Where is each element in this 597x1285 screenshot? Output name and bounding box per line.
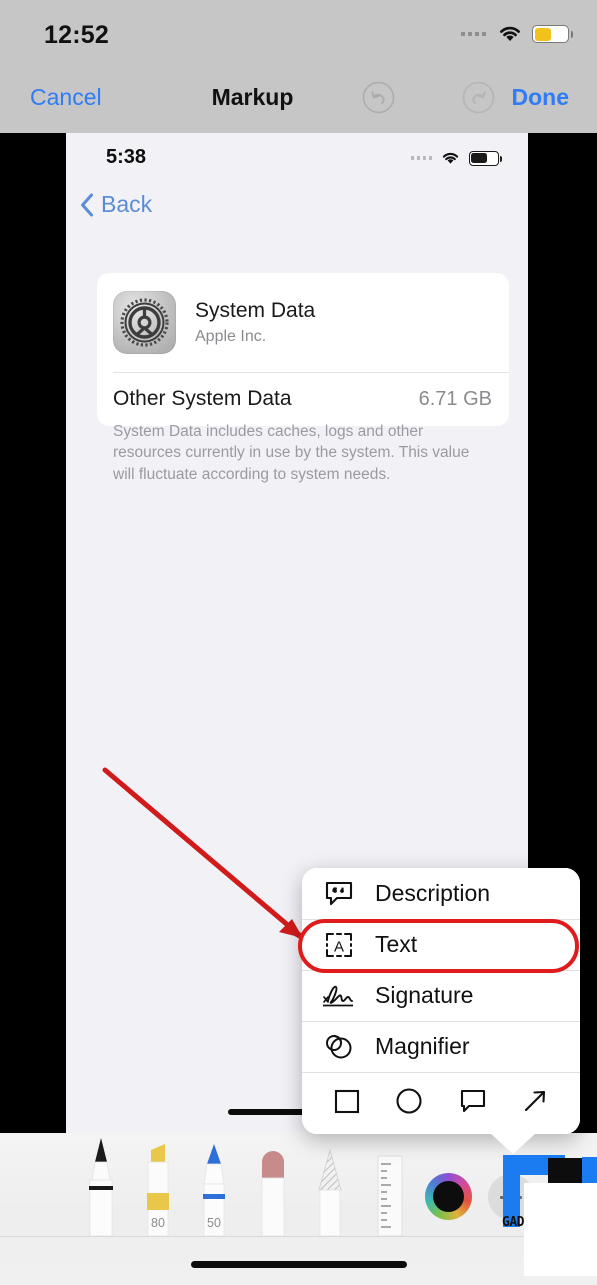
menu-item-magnifier[interactable]: Magnifier: [302, 1021, 580, 1072]
menu-item-signature[interactable]: Signature: [302, 970, 580, 1021]
menu-label: Magnifier: [375, 1033, 470, 1059]
highlighter-size-label: 80: [151, 1216, 165, 1230]
status-bar: 12:52: [0, 0, 597, 62]
popup-tail: [490, 1133, 536, 1154]
watermark-text: GAD: [502, 1215, 524, 1230]
arrow-shape-icon[interactable]: [521, 1087, 549, 1120]
app-info-card: System Data Apple Inc. Other System Data…: [97, 273, 509, 426]
app-header-row: System Data Apple Inc.: [97, 273, 509, 372]
markup-screen: 5:38 Back System Data Apple Inc. Other S…: [0, 0, 597, 1285]
redo-icon[interactable]: [462, 81, 495, 114]
menu-item-description[interactable]: Description: [302, 868, 580, 919]
shape-tool-row: [302, 1072, 580, 1134]
toolbar-divider: [0, 1236, 597, 1237]
eraser-tool[interactable]: [252, 1136, 294, 1237]
markup-chrome: 12:52 Cancel Markup Done: [0, 0, 597, 133]
pencil-tool[interactable]: 50: [194, 1136, 234, 1237]
battery-fill: [534, 27, 551, 41]
circle-shape-icon[interactable]: [394, 1087, 424, 1120]
app-developer: Apple Inc.: [195, 327, 267, 345]
menu-label: Text: [375, 931, 418, 957]
speech-bubble-quote-icon: [319, 880, 359, 908]
menu-label: Signature: [375, 982, 474, 1008]
magnifier-loupe-icon: [319, 1033, 359, 1061]
highlighter-tool[interactable]: 80: [138, 1136, 178, 1237]
settings-gear-icon: [113, 291, 176, 354]
markup-add-menu[interactable]: Description A Text Signature Magnifier: [302, 868, 580, 1154]
signal-dots-icon: [461, 32, 486, 36]
battery-icon: [532, 25, 573, 43]
pen-tool[interactable]: [82, 1136, 120, 1237]
back-button[interactable]: Back: [80, 191, 152, 218]
wifi-icon: [500, 26, 520, 41]
other-system-data-row[interactable]: Other System Data 6.71 GB: [97, 373, 509, 426]
ruler-tool[interactable]: [367, 1136, 413, 1237]
signal-dots-icon: [410, 156, 432, 160]
speech-bubble-shape-icon[interactable]: [458, 1087, 488, 1120]
undo-icon[interactable]: [362, 81, 395, 114]
back-label: Back: [101, 191, 153, 217]
screenshot-clock: 5:38: [106, 146, 147, 168]
done-button[interactable]: Done: [512, 84, 570, 111]
markup-nav-bar: Cancel Markup Done: [0, 62, 597, 133]
battery-icon: [469, 150, 502, 166]
pencil-size-label: 50: [207, 1216, 221, 1230]
color-picker-wheel[interactable]: [425, 1173, 472, 1220]
clock: 12:52: [44, 21, 109, 49]
wifi-icon: [442, 152, 459, 164]
lasso-tool[interactable]: [310, 1136, 350, 1237]
row-label: Other System Data: [113, 387, 292, 410]
row-value: 6.71 GB: [418, 387, 492, 410]
screenshot-status-bar: 5:38: [66, 133, 528, 183]
watermark-overlay: [524, 1183, 597, 1276]
menu-item-text[interactable]: A Text: [302, 919, 580, 970]
app-name: System Data: [195, 299, 316, 323]
menu-label: Description: [375, 880, 491, 906]
svg-text:A: A: [334, 938, 344, 955]
home-indicator: [190, 1261, 407, 1268]
text-box-a-icon: A: [319, 932, 359, 958]
square-shape-icon[interactable]: [333, 1087, 361, 1120]
signature-icon: [319, 983, 359, 1009]
chevron-left-icon: [81, 193, 93, 216]
system-data-footnote: System Data includes caches, logs and ot…: [113, 423, 470, 483]
